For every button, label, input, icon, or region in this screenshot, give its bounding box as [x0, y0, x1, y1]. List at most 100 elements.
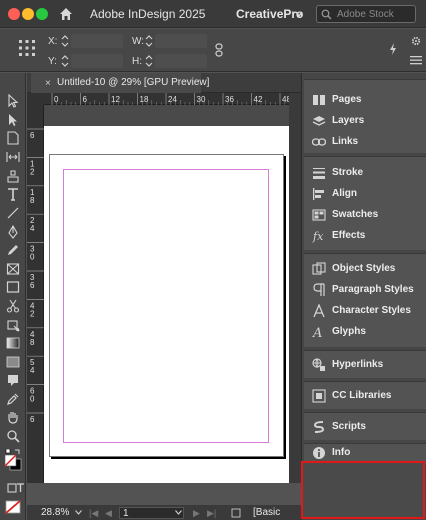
horizontal-ruler[interactable]: 0 6 12 18 24 30 36 42 48 [44, 93, 305, 105]
panel-item-layers[interactable]: Layers [304, 111, 426, 131]
first-page-icon[interactable]: |◀ [89, 508, 98, 519]
gradient-swatch-tool-icon[interactable] [6, 336, 20, 350]
gap-tool-icon[interactable] [6, 150, 20, 164]
panel-item-links[interactable]: Links [304, 132, 426, 152]
vertical-scrollbar[interactable] [289, 93, 301, 483]
hand-tool-icon[interactable] [6, 410, 20, 424]
stroke-icon [313, 168, 325, 179]
panel-item-info[interactable]: Info [304, 443, 426, 463]
panel-item-swatches[interactable]: Swatches [304, 205, 426, 225]
panel-item-character-styles[interactable]: Character Styles [304, 301, 426, 321]
y-stepper-icon[interactable] [61, 55, 69, 67]
rectangle-tool-icon[interactable] [6, 280, 20, 294]
paragraph-styles-icon [313, 283, 325, 296]
scripts-icon [313, 421, 325, 433]
constrain-proportions-icon[interactable] [214, 43, 224, 57]
panel-group-hyperlinks: Hyperlinks [304, 350, 426, 378]
chevron-down-icon[interactable] [175, 510, 182, 515]
content-collector-tool-icon[interactable] [6, 169, 20, 183]
note-tool-icon[interactable] [6, 373, 20, 387]
w-field[interactable] [155, 34, 207, 48]
effects-icon: fx [312, 230, 324, 243]
pencil-tool-icon[interactable] [6, 243, 20, 257]
zoom-tool-icon[interactable] [6, 429, 20, 443]
title-bar: Adobe InDesign 2025 CreativePro Adobe St… [0, 0, 426, 28]
zoom-window-button[interactable] [36, 8, 48, 20]
gear-icon[interactable] [411, 36, 421, 46]
ruler-label: 6 [30, 415, 35, 424]
panel-item-pages[interactable]: Pages [304, 90, 426, 110]
selection-tool-icon[interactable] [6, 94, 20, 108]
line-tool-icon[interactable] [6, 206, 20, 220]
open-page-icon[interactable] [231, 508, 241, 518]
panel-item-scripts[interactable]: Scripts [304, 417, 426, 437]
document-tab[interactable]: × Untitled-10 @ 29% [GPU Preview] [31, 73, 209, 93]
svg-text:fx: fx [312, 230, 324, 243]
hyperlinks-icon [312, 358, 325, 371]
ruler-label: 6 [83, 95, 88, 104]
y-field[interactable] [71, 54, 123, 68]
home-icon[interactable] [58, 6, 74, 22]
panel-item-object-styles[interactable]: Object Styles [304, 259, 426, 279]
reference-point-icon[interactable] [18, 39, 36, 57]
ruler-label: 30 [197, 95, 206, 104]
swatches-icon [312, 209, 326, 221]
pages-icon [313, 95, 325, 105]
vertical-ruler[interactable]: 61218243036424854606 [27, 105, 44, 483]
type-tool-icon[interactable] [6, 187, 20, 201]
preflight-profile[interactable]: [Basic [253, 507, 280, 518]
zoom-level[interactable]: 28.8% [41, 507, 69, 518]
scissors-tool-icon[interactable] [6, 299, 20, 313]
panel-item-hyperlinks[interactable]: Hyperlinks [304, 355, 426, 375]
layers-icon [312, 116, 326, 126]
panel-item-effects[interactable]: fx Effects [304, 226, 426, 246]
eyedropper-tool-icon[interactable] [6, 392, 20, 406]
last-page-icon[interactable]: ▶| [207, 508, 216, 519]
panel-group-cc-libraries: CC Libraries [304, 381, 426, 409]
info-icon [313, 447, 325, 459]
h-field[interactable] [155, 54, 207, 68]
direct-selection-tool-icon[interactable] [6, 113, 20, 127]
horizontal-ruler-ticks: 0 6 12 18 24 30 36 42 48 [51, 93, 305, 105]
ruler-label: 8 [30, 338, 35, 347]
gradient-feather-tool-icon[interactable] [6, 355, 20, 369]
page-number: 1 [123, 508, 129, 519]
ruler-label: 0 [54, 95, 59, 104]
pen-tool-icon[interactable] [6, 225, 20, 239]
panel-group-styles: Object Styles Paragraph Styles Character… [304, 253, 426, 347]
rectangle-frame-tool-icon[interactable] [6, 262, 20, 276]
w-stepper-icon[interactable] [145, 35, 153, 47]
ruler-origin[interactable] [27, 93, 44, 105]
panel-item-stroke[interactable]: Stroke [304, 163, 426, 183]
free-transform-tool-icon[interactable] [6, 318, 20, 332]
minimize-window-button[interactable] [22, 8, 34, 20]
apply-none-icon[interactable] [5, 500, 21, 514]
ruler-label: 0 [30, 253, 35, 262]
quick-apply-icon[interactable] [389, 43, 397, 55]
close-window-button[interactable] [8, 8, 20, 20]
app-title: Adobe InDesign 2025 [90, 7, 206, 21]
panel-menu-icon[interactable] [410, 55, 422, 65]
close-tab-icon[interactable]: × [45, 78, 51, 89]
page-tool-icon[interactable] [6, 131, 20, 145]
fill-stroke-icon[interactable] [4, 449, 22, 473]
panel-item-paragraph-styles[interactable]: Paragraph Styles [304, 280, 426, 300]
y-label: Y: [48, 56, 57, 67]
next-page-icon[interactable]: ▶ [193, 508, 200, 519]
x-field[interactable] [71, 34, 123, 48]
panel-group-info: Info [304, 443, 426, 463]
previous-page-icon[interactable]: ◀ [105, 508, 112, 519]
ruler-label: 0 [30, 395, 35, 404]
x-label: X: [48, 36, 58, 47]
panel-item-glyphs[interactable]: A Glyphs [304, 322, 426, 342]
x-stepper-icon[interactable] [61, 35, 69, 47]
adobe-stock-search-input[interactable]: Adobe Stock [316, 5, 416, 23]
chevron-down-icon[interactable] [295, 10, 303, 18]
ruler-label: 2 [30, 309, 35, 318]
panel-item-align[interactable]: Align [304, 184, 426, 204]
formatting-affects-text-icon[interactable] [16, 483, 25, 493]
panel-item-cc-libraries[interactable]: CC Libraries [304, 386, 426, 406]
chevron-down-icon[interactable] [75, 510, 82, 515]
h-stepper-icon[interactable] [145, 55, 153, 67]
workspace-switcher[interactable]: CreativePro [236, 7, 303, 21]
